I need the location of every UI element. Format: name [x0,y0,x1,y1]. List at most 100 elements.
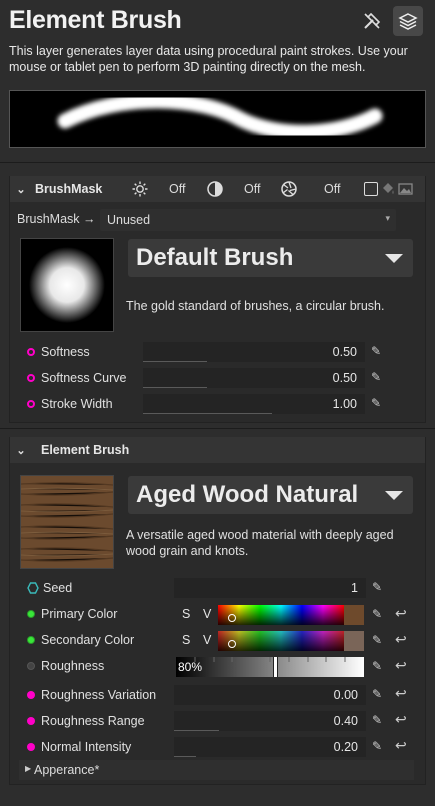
material-description: A versatile aged wood material with deep… [126,528,394,558]
element-param-0-label: Roughness Variation [41,688,157,702]
element-param-0-slider[interactable]: 0.00 [174,685,366,705]
appearance-section[interactable]: ▶ Apperance* [19,760,414,780]
brushmask-param-0-value: 0.50 [332,345,357,359]
brush-thumbnail-graphic [29,247,105,323]
seed-label-wrap: Seed [27,581,72,595]
secondary-color-label-wrap: Secondary Color [27,633,134,647]
sun-icon [132,181,148,197]
roughness-ticks [194,657,346,662]
secondary-s-toggle[interactable]: S [182,633,190,647]
pencil-icon[interactable]: ✎ [370,687,384,701]
param-dot-icon [27,743,35,751]
reset-icon[interactable]: ↩ [395,605,407,622]
brushmask-param-0-label: Softness [41,345,90,359]
material-selector[interactable]: Aged Wood Natural [128,476,413,514]
roughness-handle[interactable] [273,657,278,677]
element-param-0-label-wrap: Roughness Variation [27,688,156,702]
slider-fill [143,387,207,388]
reset-icon[interactable]: ↩ [395,711,407,728]
green-dot-icon [27,610,35,618]
element-brush-header[interactable]: ⌄ Element Brush [10,437,425,463]
hue-picker-handle[interactable] [228,614,236,622]
pencil-icon[interactable]: ✎ [370,633,384,647]
element-param-2-slider[interactable]: 0.20 [174,737,366,757]
brushmask-param-2-label: Stroke Width [41,397,113,411]
reset-icon[interactable]: ↩ [395,685,407,702]
sun-toggle[interactable]: Off [131,176,185,202]
brush-selector[interactable]: Default Brush [128,239,413,277]
hue-shade-overlay [218,605,344,625]
element-param-1-value: 0.40 [333,714,358,728]
pencil-icon[interactable]: ✎ [370,607,384,621]
chevron-right-icon: ▶ [25,764,32,773]
reset-icon[interactable]: ↩ [395,657,407,674]
primary-v-toggle[interactable]: V [203,607,211,621]
brushmask-header[interactable]: ⌄ BrushMask Off Off Off [10,176,425,202]
reset-icon[interactable]: ↩ [395,631,407,648]
material-thumbnail[interactable] [20,475,114,569]
layer-title: Element Brush [9,6,182,34]
brush-tool-button[interactable] [357,6,387,36]
roughness-gradient-slider[interactable]: 80% [176,657,364,677]
pencil-icon[interactable]: ✎ [370,659,384,673]
brushmask-param-2-label-wrap: Stroke Width [27,397,113,411]
dropdown-triangle-icon [385,490,403,500]
chevron-down-icon[interactable]: ⌄ [10,444,32,457]
seed-value: 1 [351,581,358,595]
pencil-icon[interactable]: ✎ [369,396,383,410]
brushmask-param-1-value: 0.50 [332,371,357,385]
primary-color-label-wrap: Primary Color [27,607,117,621]
pencil-icon[interactable]: ✎ [369,370,383,384]
element-param-1-label: Roughness Range [41,714,145,728]
stroke-preview-graphic [57,93,383,140]
param-dot-icon [27,717,35,725]
bucket-icon[interactable] [381,182,395,196]
brushmask-param-1-slider[interactable]: 0.50 [143,368,365,388]
pencil-icon[interactable]: ✎ [370,739,384,753]
brush-thumbnail[interactable] [20,238,114,332]
aperture-toggle[interactable]: Off [280,176,340,202]
seed-input[interactable]: 1 [174,578,366,598]
seed-label: Seed [43,581,73,595]
secondary-v-toggle[interactable]: V [203,633,211,647]
secondary-color-swatch[interactable] [344,631,364,651]
primary-color-swatch[interactable] [344,605,364,625]
contrast-toggle[interactable]: Off [206,176,260,202]
brushmask-param-0-slider[interactable]: 0.50 [143,342,365,362]
image-icon[interactable] [398,182,413,196]
layers-button[interactable] [393,6,423,36]
roughness-label: Roughness [41,659,105,673]
slider-fill [143,361,207,362]
sun-toggle-state: Off [169,182,186,196]
pencil-icon[interactable]: ✎ [370,713,384,727]
secondary-hue-strip[interactable] [218,631,344,651]
section-divider [0,428,435,429]
element-param-2-label: Normal Intensity [41,740,132,754]
reset-icon[interactable]: ↩ [395,737,407,754]
hue-picker-handle[interactable] [228,640,236,648]
element-brush-title: Element Brush [41,443,130,457]
chevron-down-icon[interactable]: ⌄ [10,183,32,196]
pencil-icon[interactable]: ✎ [370,580,384,594]
layers-icon [398,13,418,30]
brushmask-source-dropdown[interactable]: Unused ▾ [100,209,396,231]
dropdown-arrow-icon: ▾ [385,213,390,223]
brushmask-param-2-value: 1.00 [332,397,357,411]
aperture-icon [281,181,297,197]
primary-s-toggle[interactable]: S [182,607,190,621]
settings-icon[interactable] [364,182,378,196]
element-param-1-slider[interactable]: 0.40 [174,711,366,731]
param-dot-icon [27,691,35,699]
gray-dot-icon [27,662,35,670]
roughness-value: 80% [178,660,203,674]
pencil-icon[interactable]: ✎ [369,344,383,358]
element-param-0-value: 0.00 [333,688,358,702]
param-dot-icon [27,374,35,382]
primary-hue-strip[interactable] [218,605,344,625]
param-dot-icon [27,400,35,408]
slider-fill [143,413,272,414]
brush-tool-icon [364,12,381,29]
secondary-color-label: Secondary Color [41,633,135,647]
brushmask-title: BrushMask [35,182,103,196]
brushmask-param-2-slider[interactable]: 1.00 [143,394,365,414]
